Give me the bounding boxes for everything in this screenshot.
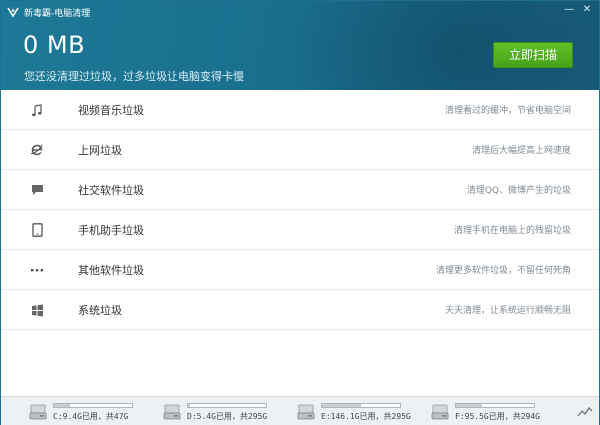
more-dots-icon bbox=[30, 263, 44, 277]
window-controls: — ✕ bbox=[561, 3, 595, 17]
windows-logo-icon bbox=[30, 303, 44, 317]
category-row-other-software[interactable]: 其他软件垃圾 清理更多软件垃圾，不留任何死角 bbox=[1, 250, 599, 290]
category-row-system[interactable]: 系统垃圾 天天清理，让系统运行顺畅无阻 bbox=[1, 290, 599, 330]
category-desc: 清理更多软件垃圾，不留任何死角 bbox=[435, 266, 571, 276]
status-bar: C:9.4G已用，共47G D:5.4G已用，共295G E:146.1G已用，… bbox=[1, 396, 599, 425]
title-bar: 新毒霸-电脑清理 bbox=[7, 5, 90, 19]
drive-usage-bar bbox=[187, 403, 267, 408]
duba-logo-icon bbox=[7, 6, 19, 18]
hard-drive-icon bbox=[163, 404, 181, 420]
empty-area bbox=[1, 330, 599, 396]
chat-bubble-icon bbox=[30, 183, 44, 197]
category-name: 视频音乐垃圾 bbox=[78, 104, 144, 117]
drive-usage-bar bbox=[53, 403, 133, 408]
window-title: 新毒霸-电脑清理 bbox=[24, 8, 91, 19]
category-name: 手机助手垃圾 bbox=[78, 224, 144, 237]
header-panel: 新毒霸-电脑清理 — ✕ 0 MB 您还没清理过垃圾，过多垃圾让电脑变得卡慢 立… bbox=[1, 1, 599, 90]
drive-usage-fill bbox=[188, 404, 190, 407]
hard-drive-icon bbox=[297, 404, 315, 420]
hard-drive-icon bbox=[431, 404, 449, 420]
drive-usage-fill bbox=[322, 404, 361, 407]
category-row-video-music[interactable]: 视频音乐垃圾 清理看过的缓冲，节省电脑空间 bbox=[1, 90, 599, 130]
category-name: 上网垃圾 bbox=[78, 144, 122, 157]
junk-size: 0 MB bbox=[23, 31, 86, 59]
category-row-internet[interactable]: 上网垃圾 清理后大幅提高上网速度 bbox=[1, 130, 599, 170]
drive-usage-fill bbox=[456, 404, 482, 407]
close-button[interactable]: ✕ bbox=[579, 3, 595, 17]
music-note-icon bbox=[30, 103, 44, 117]
category-name: 其他软件垃圾 bbox=[78, 264, 144, 277]
category-name: 系统垃圾 bbox=[78, 304, 122, 317]
hard-drive-icon bbox=[29, 404, 47, 420]
junk-hint: 您还没清理过垃圾，过多垃圾让电脑变得卡慢 bbox=[24, 70, 244, 83]
category-desc: 天天清理，让系统运行顺畅无阻 bbox=[444, 306, 571, 316]
drive-usage-bar bbox=[321, 403, 401, 408]
drive-label: C:9.4G已用，共47G bbox=[53, 412, 129, 421]
category-desc: 清理后大幅提高上网速度 bbox=[471, 146, 571, 156]
drive-label: D:5.4G已用，共295G bbox=[187, 412, 268, 421]
category-desc: 清理手机在电脑上的残留垃圾 bbox=[453, 226, 571, 236]
category-row-social[interactable]: 社交软件垃圾 清理QQ、微博产生的垃圾 bbox=[1, 170, 599, 210]
drive-usage-bar bbox=[455, 403, 535, 408]
drive-label: F:95.5G已用，共294G bbox=[455, 412, 540, 421]
category-row-phone-assistant[interactable]: 手机助手垃圾 清理手机在电脑上的残留垃圾 bbox=[1, 210, 599, 250]
tablet-icon bbox=[30, 223, 44, 237]
trend-chart-icon[interactable] bbox=[577, 404, 593, 418]
minimize-button[interactable]: — bbox=[561, 3, 577, 17]
category-list: 视频音乐垃圾 清理看过的缓冲，节省电脑空间 上网垃圾 清理后大幅提高上网速度 社… bbox=[1, 90, 599, 330]
category-desc: 清理QQ、微博产生的垃圾 bbox=[466, 186, 571, 196]
app-window: 新毒霸-电脑清理 — ✕ 0 MB 您还没清理过垃圾，过多垃圾让电脑变得卡慢 立… bbox=[0, 0, 600, 425]
category-desc: 清理看过的缓冲，节省电脑空间 bbox=[444, 106, 571, 116]
drive-label: E:146.1G已用，共295G bbox=[321, 412, 411, 421]
category-name: 社交软件垃圾 bbox=[78, 184, 144, 197]
drive-usage-fill bbox=[54, 404, 70, 407]
scan-now-button[interactable]: 立即扫描 bbox=[493, 42, 573, 68]
ie-browser-icon bbox=[30, 143, 44, 157]
